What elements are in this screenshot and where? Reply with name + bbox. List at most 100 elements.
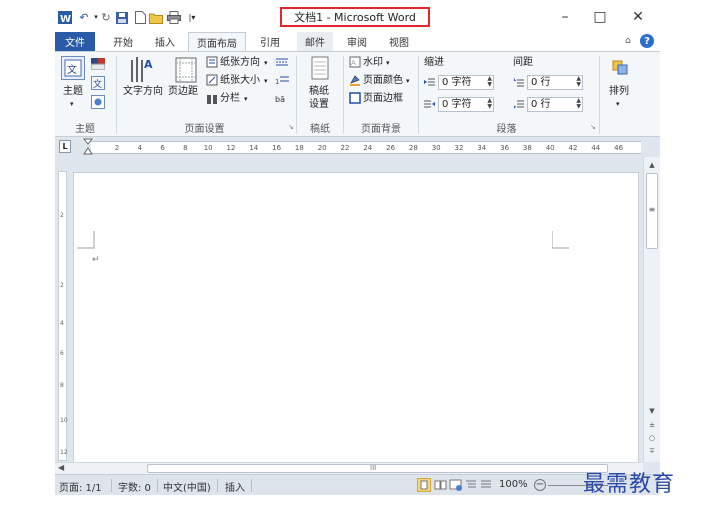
- zoom-level[interactable]: 100%: [499, 479, 528, 490]
- tab-file[interactable]: 文件: [55, 32, 95, 51]
- spacing-after-input[interactable]: 0 行 ▲ ▼: [527, 97, 583, 112]
- word-icon[interactable]: W: [58, 11, 72, 24]
- indent-left-value: 0 字符: [442, 77, 472, 88]
- page-borders-icon[interactable]: [349, 92, 361, 104]
- tab-review[interactable]: 审阅: [340, 32, 374, 51]
- spinner-icon[interactable]: ▲ ▼: [576, 98, 581, 110]
- vertical-scrollbar[interactable]: ▲ ≡ ▼ ± ○ ∓: [643, 157, 660, 462]
- tab-references[interactable]: 引用: [253, 32, 287, 51]
- size-icon[interactable]: [206, 74, 218, 86]
- paragraph-launcher-icon[interactable]: ↘: [590, 123, 596, 131]
- page-background-group-label: 页面背景: [361, 124, 401, 135]
- full-screen-reading-icon[interactable]: [434, 478, 448, 492]
- horizontal-scrollbar[interactable]: ◀ III: [55, 462, 643, 474]
- margins-button[interactable]: 页边距: [168, 86, 198, 98]
- spacing-before-input[interactable]: 0 行 ▲ ▼: [527, 75, 583, 90]
- draft-view-icon[interactable]: [479, 478, 493, 492]
- page-borders-button[interactable]: 页面边框: [363, 93, 403, 105]
- margins-icon[interactable]: [175, 57, 197, 83]
- themes-button[interactable]: 主题: [63, 86, 83, 98]
- page-setup-launcher-icon[interactable]: ↘: [288, 123, 294, 131]
- tab-selector-icon[interactable]: L: [59, 140, 71, 153]
- spinner-icon[interactable]: ▲ ▼: [487, 76, 492, 88]
- tab-view[interactable]: 视图: [382, 32, 416, 51]
- hyphenation-icon[interactable]: bā: [275, 92, 293, 104]
- page-color-button[interactable]: 页面颜色: [363, 75, 403, 87]
- theme-effects-icon[interactable]: [91, 95, 105, 109]
- select-browse-object-icon[interactable]: ○: [644, 434, 660, 442]
- document-page[interactable]: ↵: [73, 172, 639, 462]
- window-title: 文档1 - Microsoft Word: [280, 7, 430, 27]
- tab-page-layout[interactable]: 页面布局: [188, 32, 246, 51]
- zoom-out-icon[interactable]: −: [534, 479, 546, 491]
- spinner-icon[interactable]: ▲ ▼: [576, 76, 581, 88]
- title-bar: W ↶ ▾ ↻ |▾ 文档1 - Microsoft Word – □ ✕: [55, 0, 660, 32]
- arrange-icon[interactable]: [611, 58, 629, 76]
- open-folder-icon[interactable]: [149, 11, 163, 24]
- scroll-left-icon[interactable]: ◀: [58, 463, 64, 472]
- text-direction-icon[interactable]: A: [129, 54, 155, 84]
- theme-colors-icon[interactable]: [91, 58, 105, 70]
- columns-dropdown-icon[interactable]: ▾: [244, 93, 248, 105]
- web-layout-icon[interactable]: [449, 478, 463, 492]
- language-indicator[interactable]: 中文(中国): [163, 479, 211, 494]
- indent-right-input[interactable]: 0 字符 ▲ ▼: [438, 97, 494, 112]
- paragraph-mark-icon[interactable]: ↵: [92, 255, 100, 265]
- print-layout-view-icon[interactable]: [417, 478, 431, 492]
- columns-icon[interactable]: [206, 93, 218, 105]
- themes-icon[interactable]: 文: [61, 56, 85, 80]
- svg-text:文: 文: [67, 63, 77, 76]
- theme-fonts-icon[interactable]: 文: [91, 76, 105, 90]
- previous-page-icon[interactable]: ±: [644, 421, 660, 429]
- line-numbers-icon[interactable]: 1: [275, 74, 293, 86]
- scroll-up-icon[interactable]: ▲: [644, 161, 660, 169]
- svg-text:A: A: [144, 58, 153, 71]
- themes-dropdown-icon[interactable]: ▾: [70, 98, 74, 110]
- ruler-tick-label: 4: [137, 144, 143, 152]
- maximize-button[interactable]: □: [585, 8, 615, 26]
- text-direction-button[interactable]: 文字方向: [123, 86, 163, 98]
- indent-marker-icon[interactable]: [83, 138, 93, 156]
- arrange-button[interactable]: 排列: [609, 86, 629, 98]
- size-dropdown-icon[interactable]: ▾: [264, 75, 268, 87]
- minimize-button[interactable]: –: [550, 8, 580, 26]
- outline-view-icon[interactable]: [464, 478, 478, 492]
- indent-left-input[interactable]: 0 字符 ▲ ▼: [438, 75, 494, 90]
- scroll-down-icon[interactable]: ▼: [644, 407, 660, 415]
- page-color-icon[interactable]: [349, 74, 361, 86]
- size-button[interactable]: 纸张大小: [220, 75, 260, 87]
- orientation-icon[interactable]: [206, 56, 218, 68]
- manuscript-button-line2[interactable]: 设置: [309, 99, 329, 111]
- manuscript-icon[interactable]: [311, 56, 329, 80]
- orientation-dropdown-icon[interactable]: ▾: [264, 57, 268, 69]
- next-page-icon[interactable]: ∓: [644, 447, 660, 455]
- customize-qat-icon[interactable]: |▾: [185, 11, 199, 24]
- breaks-icon[interactable]: [275, 56, 293, 68]
- tab-mailings[interactable]: 邮件: [297, 32, 333, 51]
- close-button[interactable]: ✕: [623, 8, 653, 26]
- vertical-ruler-tick-label: 2: [60, 212, 64, 219]
- insert-mode[interactable]: 插入: [225, 479, 245, 494]
- tab-insert[interactable]: 插入: [149, 32, 181, 51]
- arrange-dropdown-icon[interactable]: ▾: [616, 98, 620, 110]
- word-count[interactable]: 字数: 0: [118, 479, 151, 494]
- watermark-dropdown-icon[interactable]: ▾: [386, 57, 390, 69]
- horizontal-scroll-thumb[interactable]: III: [147, 464, 608, 473]
- save-icon[interactable]: [115, 11, 129, 24]
- ruler-strip[interactable]: 2 4 6 8 10 12 14 16 18 20 22 24 26 28 30 32 34 36 38 40 42 44…: [83, 138, 641, 155]
- watermark-icon[interactable]: A: [349, 56, 361, 68]
- page-count[interactable]: 页面: 1/1: [59, 479, 102, 494]
- new-document-icon[interactable]: [133, 11, 147, 24]
- print-icon[interactable]: [167, 11, 181, 24]
- orientation-button[interactable]: 纸张方向: [220, 57, 260, 69]
- vertical-ruler-tick-label: 8: [60, 382, 64, 389]
- watermark-button[interactable]: 水印: [363, 57, 383, 69]
- columns-button[interactable]: 分栏: [220, 93, 240, 105]
- spinner-icon[interactable]: ▲ ▼: [487, 98, 492, 110]
- manuscript-button[interactable]: 稿纸: [309, 86, 329, 98]
- collapse-ribbon-icon[interactable]: ⌂: [625, 36, 631, 46]
- help-icon[interactable]: ?: [640, 34, 654, 48]
- tab-home[interactable]: 开始: [107, 32, 139, 51]
- page-color-dropdown-icon[interactable]: ▾: [406, 75, 410, 87]
- repeat-icon[interactable]: ↻: [99, 11, 113, 24]
